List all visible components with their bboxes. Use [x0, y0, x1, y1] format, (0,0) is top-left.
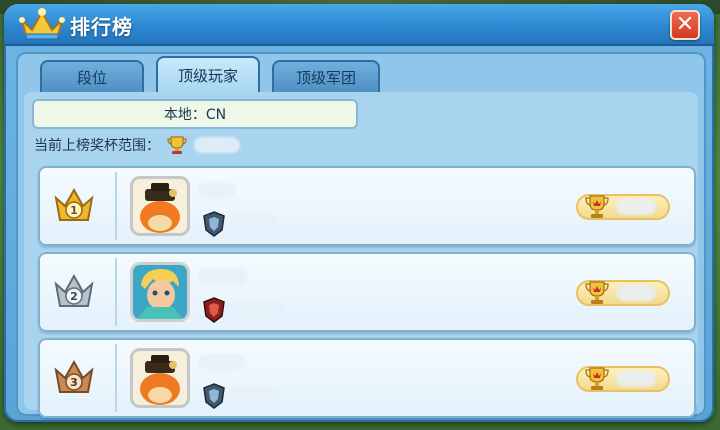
close-icon: ✕ — [675, 12, 695, 37]
trophy-count-pill — [576, 194, 670, 220]
bronze-crown-icon: 3 — [54, 359, 94, 393]
leaderboard-panel: 排行榜 ✕ 段位 顶级玩家 顶级军团 本地：CN 当前上榜奖杯范围： 1 2 3 — [4, 4, 714, 422]
fox-helmet-avatar[interactable] — [130, 348, 190, 408]
rank-number: 2 — [70, 290, 78, 303]
hero-blonde-avatar[interactable] — [130, 262, 190, 322]
title-bar: 排行榜 ✕ — [4, 4, 714, 46]
player-name-redacted — [198, 182, 236, 198]
shield-emblem-blue-icon — [203, 211, 225, 237]
rank-row-2[interactable]: 2 — [38, 252, 696, 332]
trophy-range-value-redacted — [194, 137, 240, 153]
silver-crown-icon: 2 — [54, 273, 94, 307]
player-name-redacted — [198, 354, 246, 370]
trophy-count-redacted — [616, 371, 656, 387]
row-divider — [115, 172, 117, 240]
trophy-count-redacted — [616, 199, 656, 215]
shield-emblem-red-icon — [203, 297, 225, 323]
tab-segment[interactable]: 段位 — [40, 60, 144, 92]
tab-top-players[interactable]: 顶级玩家 — [156, 56, 260, 92]
row-divider — [115, 258, 117, 326]
trophy-count-redacted — [616, 285, 656, 301]
rank-row-3[interactable]: 3 — [38, 338, 696, 418]
close-button[interactable]: ✕ — [670, 10, 700, 40]
trophy-range-row: 当前上榜奖杯范围： — [34, 135, 240, 155]
shield-emblem-blue-icon — [203, 383, 225, 409]
guild-name-redacted — [230, 214, 278, 230]
trophy-icon — [167, 136, 187, 154]
hero-avatar-icon — [133, 265, 187, 319]
trophy-count-pill — [576, 280, 670, 306]
trophy-icon — [585, 281, 609, 304]
trophy-icon — [585, 195, 609, 218]
tab-top-legions[interactable]: 顶级军团 — [272, 60, 380, 92]
rank-number: 3 — [70, 376, 78, 389]
ranking-list-container: 本地：CN 当前上榜奖杯范围： 1 2 3 — [24, 92, 698, 418]
trophy-icon — [585, 367, 609, 390]
fox-helmet-avatar[interactable] — [130, 176, 190, 236]
crown-icon — [19, 8, 65, 40]
rank-number: 1 — [70, 204, 78, 217]
gold-crown-icon: 1 — [54, 187, 94, 221]
rank-row-1[interactable]: 1 — [38, 166, 696, 246]
region-selector[interactable]: 本地：CN — [32, 99, 358, 129]
fox-avatar-icon — [133, 351, 187, 405]
row-divider — [115, 344, 117, 412]
trophy-count-pill — [576, 366, 670, 392]
fox-avatar-icon — [133, 179, 187, 233]
player-name-redacted — [198, 268, 248, 284]
guild-name-redacted — [230, 300, 284, 316]
window-title: 排行榜 — [70, 15, 133, 39]
guild-name-redacted — [230, 386, 278, 402]
trophy-range-label: 当前上榜奖杯范围： — [34, 138, 160, 154]
content-area: 段位 顶级玩家 顶级军团 本地：CN 当前上榜奖杯范围： 1 2 3 — [16, 52, 706, 418]
